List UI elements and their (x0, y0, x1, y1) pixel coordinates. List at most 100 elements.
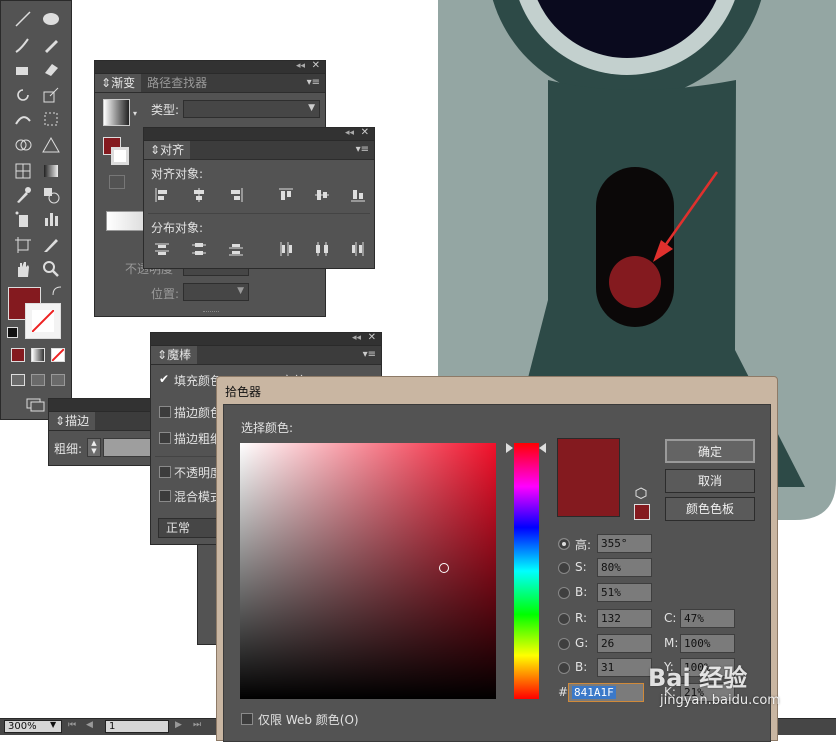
distribute-center-vertical-icon[interactable] (189, 240, 209, 258)
tool-line-icon[interactable] (13, 9, 33, 29)
hex-field[interactable]: 841A1F (568, 683, 644, 702)
fill-color-checkbox[interactable]: ✔ (159, 373, 171, 385)
tool-mesh-icon[interactable] (13, 161, 33, 181)
hue-radio[interactable] (558, 538, 570, 550)
panel-menu-icon[interactable]: ▾≡ (363, 349, 376, 360)
tool-eraser-icon[interactable] (41, 59, 61, 79)
tool-scale-icon[interactable] (41, 85, 61, 105)
align-top-icon[interactable] (276, 186, 296, 204)
close-icon[interactable]: ✕ (312, 60, 320, 71)
draw-behind-icon[interactable] (31, 374, 45, 386)
swap-fill-stroke-icon[interactable] (51, 285, 63, 297)
hue-slider-right-arrow[interactable] (539, 443, 546, 453)
close-icon[interactable]: ✕ (368, 332, 376, 343)
stroke-color-checkbox[interactable] (159, 406, 171, 418)
tool-column-graph-icon[interactable] (41, 209, 61, 229)
cancel-button[interactable]: 取消 (665, 469, 755, 493)
gradient-stroke-swatch[interactable] (111, 147, 129, 165)
zoom-chevron-icon[interactable]: ▼ (50, 720, 56, 729)
screen-mode-icon[interactable] (26, 398, 46, 412)
gradient-slider-bar[interactable] (106, 211, 146, 231)
tool-zoom-icon[interactable] (41, 259, 61, 279)
reverse-gradient-icon[interactable] (109, 175, 125, 189)
color-mode-button[interactable] (11, 348, 25, 362)
hue-field[interactable]: 355° (597, 534, 652, 553)
green-field[interactable]: 26 (597, 634, 652, 653)
distribute-top-icon[interactable] (152, 240, 172, 258)
gamut-swatch[interactable] (634, 504, 650, 520)
align-center-vertical-icon[interactable] (312, 186, 332, 204)
tab-align[interactable]: ⇕对齐 (144, 141, 191, 159)
next-page-icon[interactable]: ▶ (175, 720, 182, 730)
tool-shape-builder-icon[interactable] (13, 135, 33, 155)
resize-grip[interactable] (203, 311, 219, 314)
default-colors-icon[interactable] (7, 327, 18, 338)
hue-slider-left-arrow[interactable] (506, 443, 513, 453)
ok-button[interactable]: 确定 (665, 439, 755, 463)
brightness-field[interactable]: 51% (597, 583, 652, 602)
tab-pathfinder[interactable]: 路径查找器 (141, 74, 213, 92)
tool-warp-icon[interactable] (13, 109, 33, 129)
gradient-mode-button[interactable] (31, 348, 45, 362)
weight-stepper[interactable]: ▲ ▼ (87, 438, 101, 457)
collapse-icon[interactable]: ◂◂ (296, 61, 305, 71)
green-radio[interactable] (558, 638, 570, 650)
panel-menu-icon[interactable]: ▾≡ (356, 144, 369, 155)
page-field[interactable]: 1 (105, 720, 169, 733)
distribute-left-icon[interactable] (276, 240, 296, 258)
tool-perspective-grid-icon[interactable] (41, 135, 61, 155)
blue-radio[interactable] (558, 662, 570, 674)
red-field[interactable]: 132 (597, 609, 652, 628)
tool-pencil-icon[interactable] (41, 35, 61, 55)
color-swatches-button[interactable]: 颜色色板 (665, 497, 755, 521)
magenta-field[interactable]: 100% (680, 634, 735, 653)
tool-symbol-sprayer-icon[interactable] (13, 209, 33, 229)
none-mode-button[interactable] (51, 348, 65, 362)
tool-blend-icon[interactable] (41, 185, 61, 205)
hue-slider[interactable] (514, 443, 539, 699)
tool-free-transform-icon[interactable] (41, 109, 61, 129)
first-page-icon[interactable]: ⏮ (68, 720, 76, 730)
collapse-icon[interactable]: ◂◂ (345, 128, 354, 138)
close-icon[interactable]: ✕ (361, 127, 369, 138)
distribute-bottom-icon[interactable] (226, 240, 246, 258)
tool-gradient-icon[interactable] (41, 161, 61, 181)
opacity-checkbox[interactable] (159, 466, 171, 478)
web-colors-only-checkbox[interactable] (241, 713, 253, 725)
align-left-icon[interactable] (152, 186, 172, 204)
tab-gradient[interactable]: ⇕渐变 (95, 74, 142, 92)
gradient-preview-swatch[interactable] (103, 99, 130, 126)
saturation-radio[interactable] (558, 562, 570, 574)
tool-slice-icon[interactable] (41, 235, 61, 255)
align-bottom-icon[interactable] (348, 186, 368, 204)
last-page-icon[interactable]: ⏭ (193, 720, 201, 730)
distribute-center-horizontal-icon[interactable] (312, 240, 332, 258)
position-field[interactable]: ▼ (183, 283, 249, 301)
draw-normal-icon[interactable] (11, 374, 25, 386)
collapse-icon[interactable]: ◂◂ (352, 333, 361, 343)
type-select[interactable]: ▼ (183, 100, 320, 118)
align-center-horizontal-icon[interactable] (189, 186, 209, 204)
tool-ellipse-icon[interactable] (41, 9, 61, 29)
tool-rotate-icon[interactable] (13, 85, 33, 105)
red-radio[interactable] (558, 613, 570, 625)
tab-stroke[interactable]: ⇕描边 (49, 412, 96, 430)
out-of-gamut-cube-icon[interactable] (635, 487, 647, 500)
blue-field[interactable]: 31 (597, 658, 652, 677)
blend-mode-checkbox[interactable] (159, 490, 171, 502)
stroke-weight-checkbox[interactable] (159, 432, 171, 444)
distribute-right-icon[interactable] (348, 240, 368, 258)
tool-artboard-icon[interactable] (13, 235, 33, 255)
saturation-field[interactable]: 80% (597, 558, 652, 577)
prev-page-icon[interactable]: ◀ (86, 720, 93, 730)
color-field-cursor[interactable] (439, 563, 449, 573)
gradient-preview-dropdown-icon[interactable]: ▾ (133, 109, 137, 118)
stroke-swatch[interactable] (25, 303, 61, 339)
tool-eyedropper-icon[interactable] (13, 185, 33, 205)
draw-inside-icon[interactable] (51, 374, 65, 386)
cyan-field[interactable]: 47% (680, 609, 735, 628)
tool-hand-icon[interactable] (13, 259, 33, 279)
panel-menu-icon[interactable]: ▾≡ (307, 77, 320, 88)
brightness-radio[interactable] (558, 587, 570, 599)
tab-magic-wand[interactable]: ⇕魔棒 (151, 346, 198, 364)
